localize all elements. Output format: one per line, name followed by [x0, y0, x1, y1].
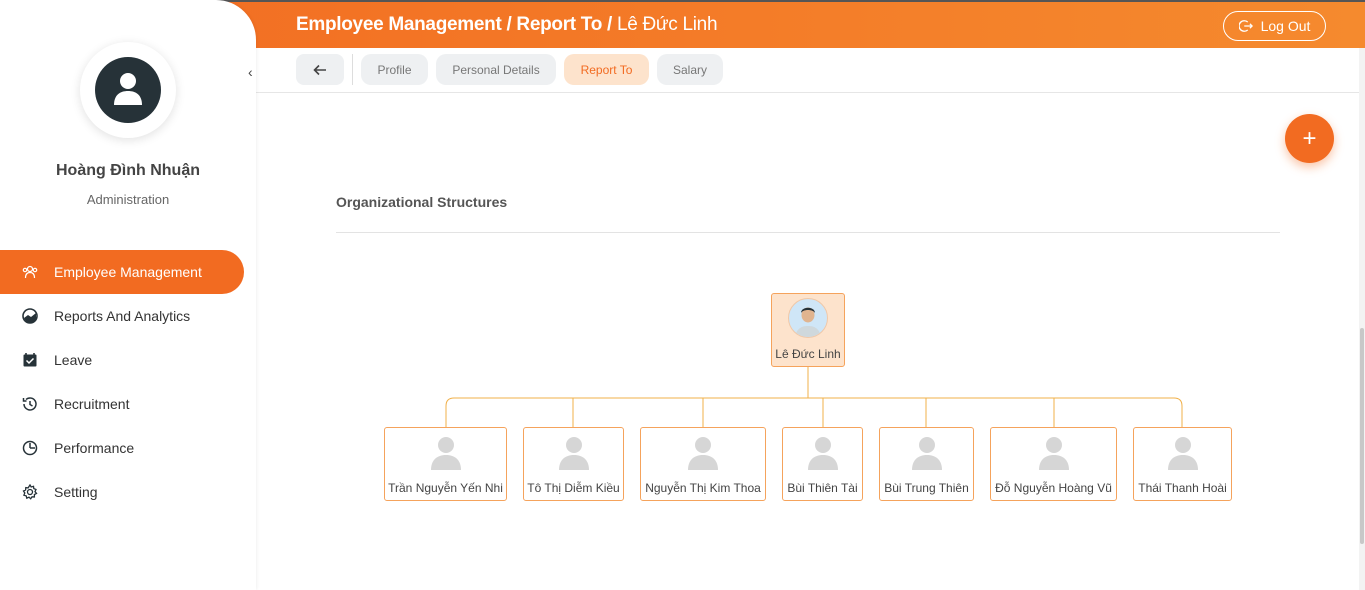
sidebar-item-leave[interactable]: Leave	[0, 338, 256, 382]
tab-salary[interactable]: Salary	[657, 54, 723, 85]
org-node-root[interactable]: Lê Đức Linh	[771, 293, 845, 367]
sidebar-item-label: Employee Management	[54, 264, 202, 280]
sidebar-item-setting[interactable]: Setting	[0, 470, 256, 514]
employee-photo-icon	[788, 298, 828, 338]
sidebar-nav: Employee Management Reports And Analytic…	[0, 250, 256, 514]
org-node-name: Thái Thanh Hoài	[1138, 481, 1227, 495]
chart-icon	[22, 308, 38, 324]
user-placeholder-icon	[1167, 437, 1198, 470]
sidebar-item-label: Setting	[54, 484, 98, 500]
org-node-name: Bùi Trung Thiên	[884, 481, 969, 495]
tab-personal-details[interactable]: Personal Details	[436, 54, 556, 85]
add-button[interactable]: +	[1285, 114, 1334, 163]
org-node-name: Bùi Thiên Tài	[787, 481, 858, 495]
breadcrumb-employee-name: Lê Đức Linh	[616, 14, 718, 35]
sidebar-collapse-icon[interactable]: ‹	[248, 64, 253, 80]
scrollbar[interactable]	[1359, 48, 1365, 590]
org-node-name: Trần Nguyễn Yến Nhi	[388, 481, 503, 495]
sidebar: Hoàng Đình Nhuận Administration Employee…	[0, 0, 256, 590]
org-node-name: Đỗ Nguyễn Hoàng Vũ	[995, 481, 1112, 495]
org-node-child[interactable]: Trần Nguyễn Yến Nhi	[384, 427, 507, 501]
user-placeholder-icon	[807, 437, 838, 470]
performance-icon	[22, 440, 38, 456]
user-placeholder-icon	[688, 437, 718, 470]
user-name: Hoàng Đình Nhuận	[56, 162, 200, 179]
user-placeholder-icon	[1038, 437, 1069, 470]
sidebar-item-label: Recruitment	[54, 396, 130, 412]
users-icon	[22, 264, 38, 280]
org-node-name: Lê Đức Linh	[775, 347, 841, 361]
tab-report-to[interactable]: Report To	[564, 54, 649, 85]
scrollbar-thumb[interactable]	[1360, 328, 1364, 544]
section-title: Organizational Structures	[336, 194, 508, 210]
user-placeholder-icon	[430, 437, 461, 470]
sidebar-item-label: Reports And Analytics	[54, 308, 191, 324]
org-node-child[interactable]: Tô Thị Diễm Kiều	[523, 427, 624, 501]
avatar[interactable]	[80, 42, 176, 138]
logout-icon	[1238, 20, 1253, 32]
sidebar-item-performance[interactable]: Performance	[0, 426, 256, 470]
user-placeholder-icon	[558, 437, 589, 470]
tab-divider	[352, 54, 353, 85]
sidebar-item-reports-and-analytics[interactable]: Reports And Analytics	[0, 294, 256, 338]
sidebar-item-label: Leave	[54, 352, 93, 368]
section-divider	[336, 232, 1280, 233]
sidebar-item-recruitment[interactable]: Recruitment	[0, 382, 256, 426]
tab-bar: Profile Personal Details Report To Salar…	[256, 48, 1365, 93]
org-node-child[interactable]: Bùi Trung Thiên	[879, 427, 974, 501]
org-node-name: Tô Thị Diễm Kiều	[527, 481, 620, 495]
tab-profile[interactable]: Profile	[361, 54, 428, 85]
user-avatar-icon	[95, 57, 161, 123]
org-node-child[interactable]: Bùi Thiên Tài	[782, 427, 863, 501]
sidebar-item-employee-management[interactable]: Employee Management	[0, 250, 244, 294]
arrow-left-icon	[313, 64, 326, 75]
org-node-name: Nguyễn Thị Kim Thoa	[645, 481, 761, 495]
org-node-child[interactable]: Nguyễn Thị Kim Thoa	[640, 427, 766, 501]
user-placeholder-icon	[911, 437, 942, 470]
back-button[interactable]	[296, 54, 344, 85]
sidebar-item-label: Performance	[54, 440, 135, 456]
page-title: Employee Management / Report To / Lê Đức…	[296, 14, 718, 36]
org-node-child[interactable]: Thái Thanh Hoài	[1133, 427, 1232, 501]
logout-label: Log Out	[1260, 18, 1311, 34]
calendar-check-icon	[22, 352, 38, 368]
gear-icon	[22, 484, 38, 500]
breadcrumb: Employee Management / Report To /	[296, 14, 612, 35]
org-node-child[interactable]: Đỗ Nguyễn Hoàng Vũ	[990, 427, 1117, 501]
user-role: Administration	[86, 192, 170, 207]
recruitment-icon	[22, 396, 38, 412]
logout-button[interactable]: Log Out	[1223, 11, 1326, 41]
